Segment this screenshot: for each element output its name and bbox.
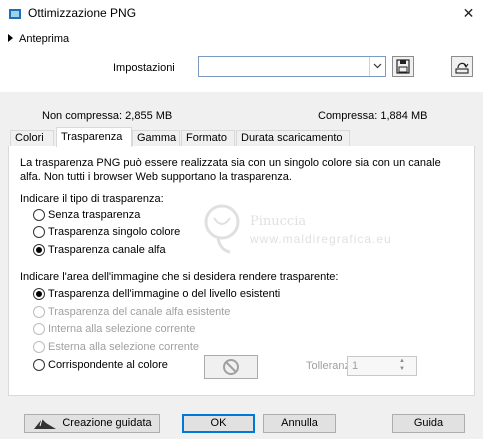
tab-trasparenza[interactable]: Trasparenza (56, 127, 132, 147)
window-title: Ottimizzazione PNG (28, 6, 137, 20)
radio-label: Trasparenza singolo colore (48, 226, 181, 238)
compressed-value: 1,884 MB (380, 110, 428, 122)
color-picker-swatch[interactable] (204, 355, 258, 379)
wizard-icon (34, 418, 57, 429)
cancel-button[interactable]: Annulla (263, 414, 336, 433)
transparency-area-heading: Indicare l'area dell'immagine che si des… (20, 271, 339, 283)
radio-button[interactable] (33, 244, 45, 256)
radio-label: Corrispondente al colore (48, 359, 168, 371)
tab-gamma[interactable]: Gamma (132, 130, 180, 146)
radio-senza-trasparenza[interactable]: Senza trasparenza (33, 209, 140, 221)
radio-label: Trasparenza dell'immagine o del livello … (48, 288, 281, 300)
radio-button[interactable] (33, 306, 45, 318)
compressed-size: Compressa: 1,884 MB (318, 110, 427, 122)
ok-button[interactable]: OK (182, 414, 255, 433)
radio-esterna-selezione[interactable]: Esterna alla selezione corrente (33, 341, 199, 353)
wizard-button[interactable]: Creazione guidata (24, 414, 160, 433)
uncompressed-label: Non compressa: (42, 110, 123, 122)
tab-colori[interactable]: Colori (10, 130, 54, 146)
radio-label: Interna alla selezione corrente (48, 323, 196, 335)
settings-dropdown[interactable] (198, 56, 386, 77)
help-button[interactable]: Guida (392, 414, 465, 433)
close-icon[interactable]: ✕ (454, 0, 483, 28)
settings-label: Impostazioni (113, 62, 175, 74)
reset-icon (455, 62, 469, 74)
tolerance-value: 1 (352, 360, 359, 372)
radio-button[interactable] (33, 288, 45, 300)
watermark-url: www.maldiregrafica.eu (250, 232, 392, 246)
radio-label: Trasparenza canale alfa (48, 244, 166, 256)
preview-toggle[interactable]: Anteprima (8, 33, 69, 45)
chevron-down-icon[interactable] (369, 57, 385, 76)
save-preset-button[interactable] (392, 56, 414, 77)
spinner-arrows-icon[interactable]: ▲ ▼ (397, 357, 407, 375)
watermark: Pinuccia www.maldiregrafica.eu (200, 198, 430, 258)
floppy-disk-icon (396, 59, 410, 74)
uncompressed-value: 2,855 MB (125, 110, 173, 122)
compressed-label: Compressa: (318, 110, 378, 122)
radio-button[interactable] (33, 209, 45, 221)
radio-trasparenza-singolo-colore[interactable]: Trasparenza singolo colore (33, 226, 180, 238)
no-color-icon (223, 359, 239, 375)
tab-formato[interactable]: Formato (181, 130, 235, 146)
expand-triangle-icon (8, 34, 13, 42)
radio-label: Esterna alla selezione corrente (48, 341, 200, 353)
radio-trasparenza-canale-alfa[interactable]: Trasparenza canale alfa (33, 244, 166, 256)
watermark-logo-icon (204, 204, 240, 254)
radio-trasparenza-immagine-livello[interactable]: Trasparenza dell'immagine o del livello … (33, 288, 280, 300)
tab-durata-scaricamento[interactable]: Durata scaricamento (236, 130, 350, 146)
radio-trasparenza-canale-alfa-esistente[interactable]: Trasparenza del canale alfa esistente (33, 306, 230, 318)
radio-corrispondente-colore[interactable]: Corrispondente al colore (33, 359, 168, 371)
radio-label: Trasparenza del canale alfa esistente (48, 306, 231, 318)
radio-interna-selezione[interactable]: Interna alla selezione corrente (33, 323, 195, 335)
radio-button[interactable] (33, 323, 45, 335)
radio-button[interactable] (33, 359, 45, 371)
reset-button[interactable] (451, 56, 473, 77)
uncompressed-size: Non compressa: 2,855 MB (42, 110, 172, 122)
radio-button[interactable] (33, 226, 45, 238)
radio-button[interactable] (33, 341, 45, 353)
watermark-name: Pinuccia (250, 214, 307, 229)
wizard-label: Creazione guidata (62, 417, 152, 429)
app-icon (9, 9, 21, 19)
radio-label: Senza trasparenza (48, 209, 141, 221)
tolerance-input[interactable]: 1 ▲ ▼ (347, 356, 417, 376)
transparency-description: La trasparenza PNG può essere realizzata… (20, 157, 441, 183)
preview-label: Anteprima (19, 33, 70, 45)
transparency-type-heading: Indicare il tipo di trasparenza: (20, 193, 164, 205)
